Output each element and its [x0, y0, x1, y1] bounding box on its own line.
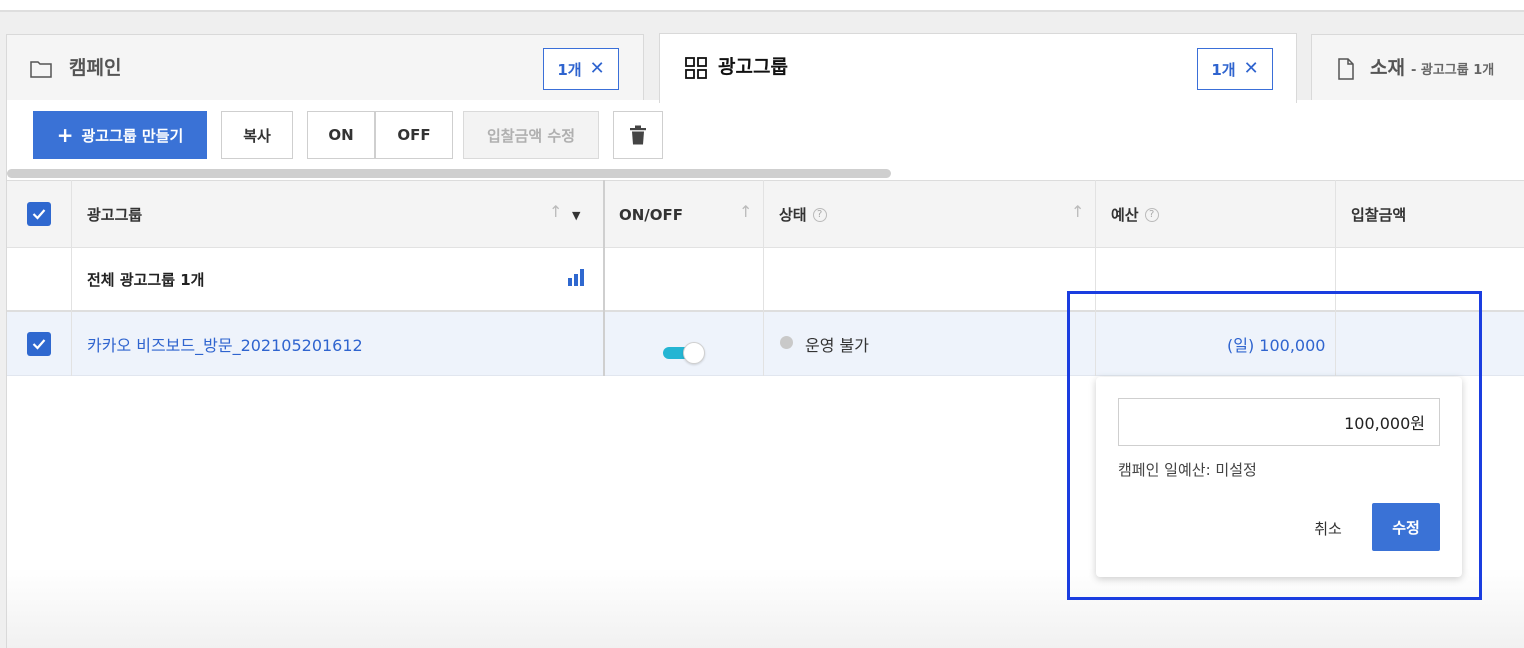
header-budget[interactable]: 예산 ? — [1111, 181, 1159, 248]
budget-input[interactable] — [1118, 398, 1440, 446]
header-onoff[interactable]: ON/OFF — [619, 181, 683, 248]
creative-sub-label: - 광고그룹 1개 — [1410, 63, 1495, 78]
column-divider — [603, 180, 605, 376]
header-adgroup-label: 광고그룹 — [87, 206, 143, 224]
close-icon[interactable]: ✕ — [590, 60, 605, 78]
tab-campaign-label: 캠페인 — [69, 57, 122, 79]
select-all-checkbox[interactable] — [27, 202, 51, 226]
plus-icon: + — [56, 123, 74, 147]
sort-arrow-icon[interactable]: ↑ — [549, 202, 562, 221]
copy-button[interactable]: 복사 — [221, 111, 293, 159]
edit-bid-button[interactable]: 입찰금액 수정 — [463, 111, 599, 159]
campaign-daily-budget-note: 캠페인 일예산: 미설정 — [1118, 461, 1257, 479]
header-onoff-label: ON/OFF — [619, 205, 684, 224]
close-icon[interactable]: ✕ — [1244, 60, 1259, 78]
header-status[interactable]: 상태 ? — [779, 181, 827, 248]
sort-arrow-icon[interactable]: ↑ — [1071, 202, 1084, 221]
row-checkbox[interactable] — [27, 332, 51, 356]
total-row: 전체 광고그룹 1개 — [7, 248, 1524, 312]
tab-creative[interactable]: 소재 - 광고그룹 1개 — [1311, 34, 1524, 100]
budget-link[interactable]: (일) 100,000 — [1227, 332, 1325, 356]
column-divider — [1095, 180, 1096, 376]
status-dot-icon — [780, 336, 793, 349]
table-header: 광고그룹 ↑ ▼ ON/OFF ↑ 상태 ? ↑ 예산 ? 입찰금액 — [7, 180, 1524, 248]
onoff-toggle[interactable] — [663, 342, 705, 364]
campaign-selection-chip[interactable]: 1개 ✕ — [543, 48, 619, 90]
adgroup-count: 1개 — [1211, 60, 1236, 79]
column-divider — [71, 180, 72, 376]
help-icon[interactable]: ? — [1144, 207, 1159, 222]
header-bid-label: 입찰금액 — [1351, 206, 1407, 224]
check-icon — [32, 339, 46, 350]
bar-chart-icon[interactable] — [567, 268, 585, 286]
column-divider — [763, 180, 764, 376]
campaign-count: 1개 — [557, 60, 582, 79]
toggle-knob — [683, 342, 705, 364]
tab-adgroup-label: 광고그룹 — [718, 56, 788, 78]
table-row[interactable]: 카카오 비즈보드_방문_202105201612 운영 불가 (일) 100,0… — [7, 312, 1524, 376]
top-bar — [0, 0, 1524, 12]
budget-edit-popup: 캠페인 일예산: 미설정 취소 수정 — [1096, 377, 1462, 577]
adgroup-selection-chip[interactable]: 1개 ✕ — [1197, 48, 1273, 90]
help-icon[interactable]: ? — [812, 207, 827, 222]
status-text: 운영 불가 — [805, 336, 869, 355]
grid-icon — [685, 57, 707, 79]
tab-creative-label: 소재 - 광고그룹 1개 — [1370, 53, 1494, 80]
submit-button[interactable]: 수정 — [1372, 503, 1440, 551]
header-adgroup[interactable]: 광고그룹 — [87, 181, 142, 248]
trash-icon — [630, 125, 646, 145]
create-adgroup-label: 광고그룹 만들기 — [81, 126, 184, 145]
horizontal-scrollbar[interactable] — [7, 169, 891, 178]
off-button[interactable]: OFF — [375, 111, 453, 159]
tab-adgroup[interactable]: 광고그룹 1개 ✕ — [659, 33, 1297, 103]
column-divider — [1335, 180, 1336, 376]
folder-icon — [30, 61, 52, 78]
on-button[interactable]: ON — [307, 111, 375, 159]
caret-down-icon[interactable]: ▼ — [572, 209, 580, 222]
document-icon — [1338, 58, 1354, 80]
header-status-label: 상태 — [779, 206, 807, 224]
check-icon — [32, 209, 46, 220]
creative-label: 소재 — [1370, 57, 1405, 79]
delete-button[interactable] — [613, 111, 663, 159]
tab-campaign[interactable]: 캠페인 1개 ✕ — [6, 34, 644, 100]
adgroup-name-link[interactable]: 카카오 비즈보드_방문_202105201612 — [87, 332, 363, 356]
create-adgroup-button[interactable]: + 광고그룹 만들기 — [33, 111, 207, 159]
cancel-button[interactable]: 취소 — [1304, 505, 1352, 551]
sort-arrow-icon[interactable]: ↑ — [739, 202, 752, 221]
total-row-label: 전체 광고그룹 1개 — [87, 271, 205, 289]
header-budget-label: 예산 — [1111, 206, 1139, 224]
header-bid[interactable]: 입찰금액 — [1351, 181, 1406, 248]
